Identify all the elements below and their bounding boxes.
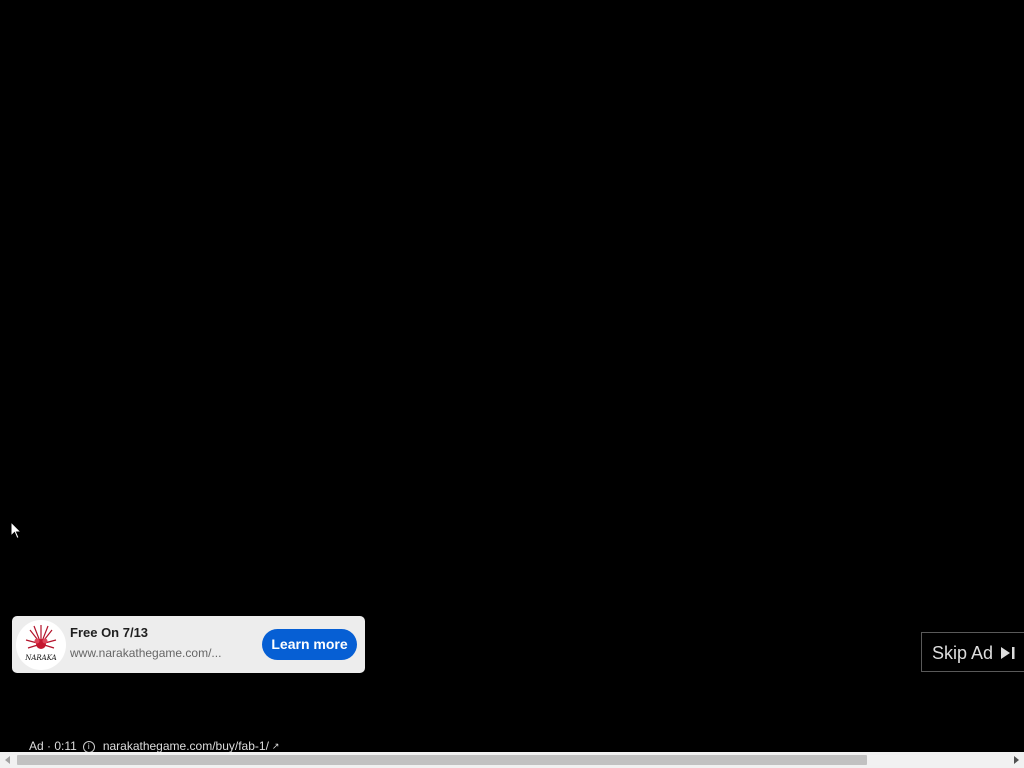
- ad-info-bar: Ad · 0:11 i narakathegame.com/buy/fab-1/↗: [29, 739, 279, 752]
- advertiser-logo[interactable]: NARAKA: [16, 620, 66, 670]
- ad-countdown-badge: Ad · 0:11: [29, 739, 77, 752]
- ad-title[interactable]: Free On 7/13: [70, 625, 148, 640]
- scroll-left-arrow-icon[interactable]: [0, 752, 16, 768]
- ad-overlay-card[interactable]: NARAKA Free On 7/13 www.narakathegame.co…: [12, 616, 365, 673]
- advertiser-logo-text: NARAKA: [25, 654, 57, 662]
- scrollbar-thumb[interactable]: [17, 755, 867, 765]
- naraka-spider-lily-icon: [25, 625, 57, 649]
- ad-url[interactable]: www.narakathegame.com/...: [70, 646, 240, 660]
- skip-next-icon: [1001, 647, 1015, 659]
- external-link-icon: ↗: [271, 741, 280, 751]
- skip-ad-button[interactable]: Skip Ad: [921, 632, 1024, 672]
- horizontal-scrollbar[interactable]: [0, 752, 1024, 768]
- advertiser-link[interactable]: narakathegame.com/buy/fab-1/: [103, 739, 269, 752]
- skip-ad-label: Skip Ad: [932, 643, 994, 663]
- mouse-cursor-icon: [10, 521, 22, 540]
- scroll-right-arrow-icon[interactable]: [1008, 752, 1024, 768]
- learn-more-button[interactable]: Learn more: [262, 629, 357, 660]
- info-icon[interactable]: i: [82, 741, 95, 752]
- video-player[interactable]: NARAKA Free On 7/13 www.narakathegame.co…: [0, 0, 1024, 752]
